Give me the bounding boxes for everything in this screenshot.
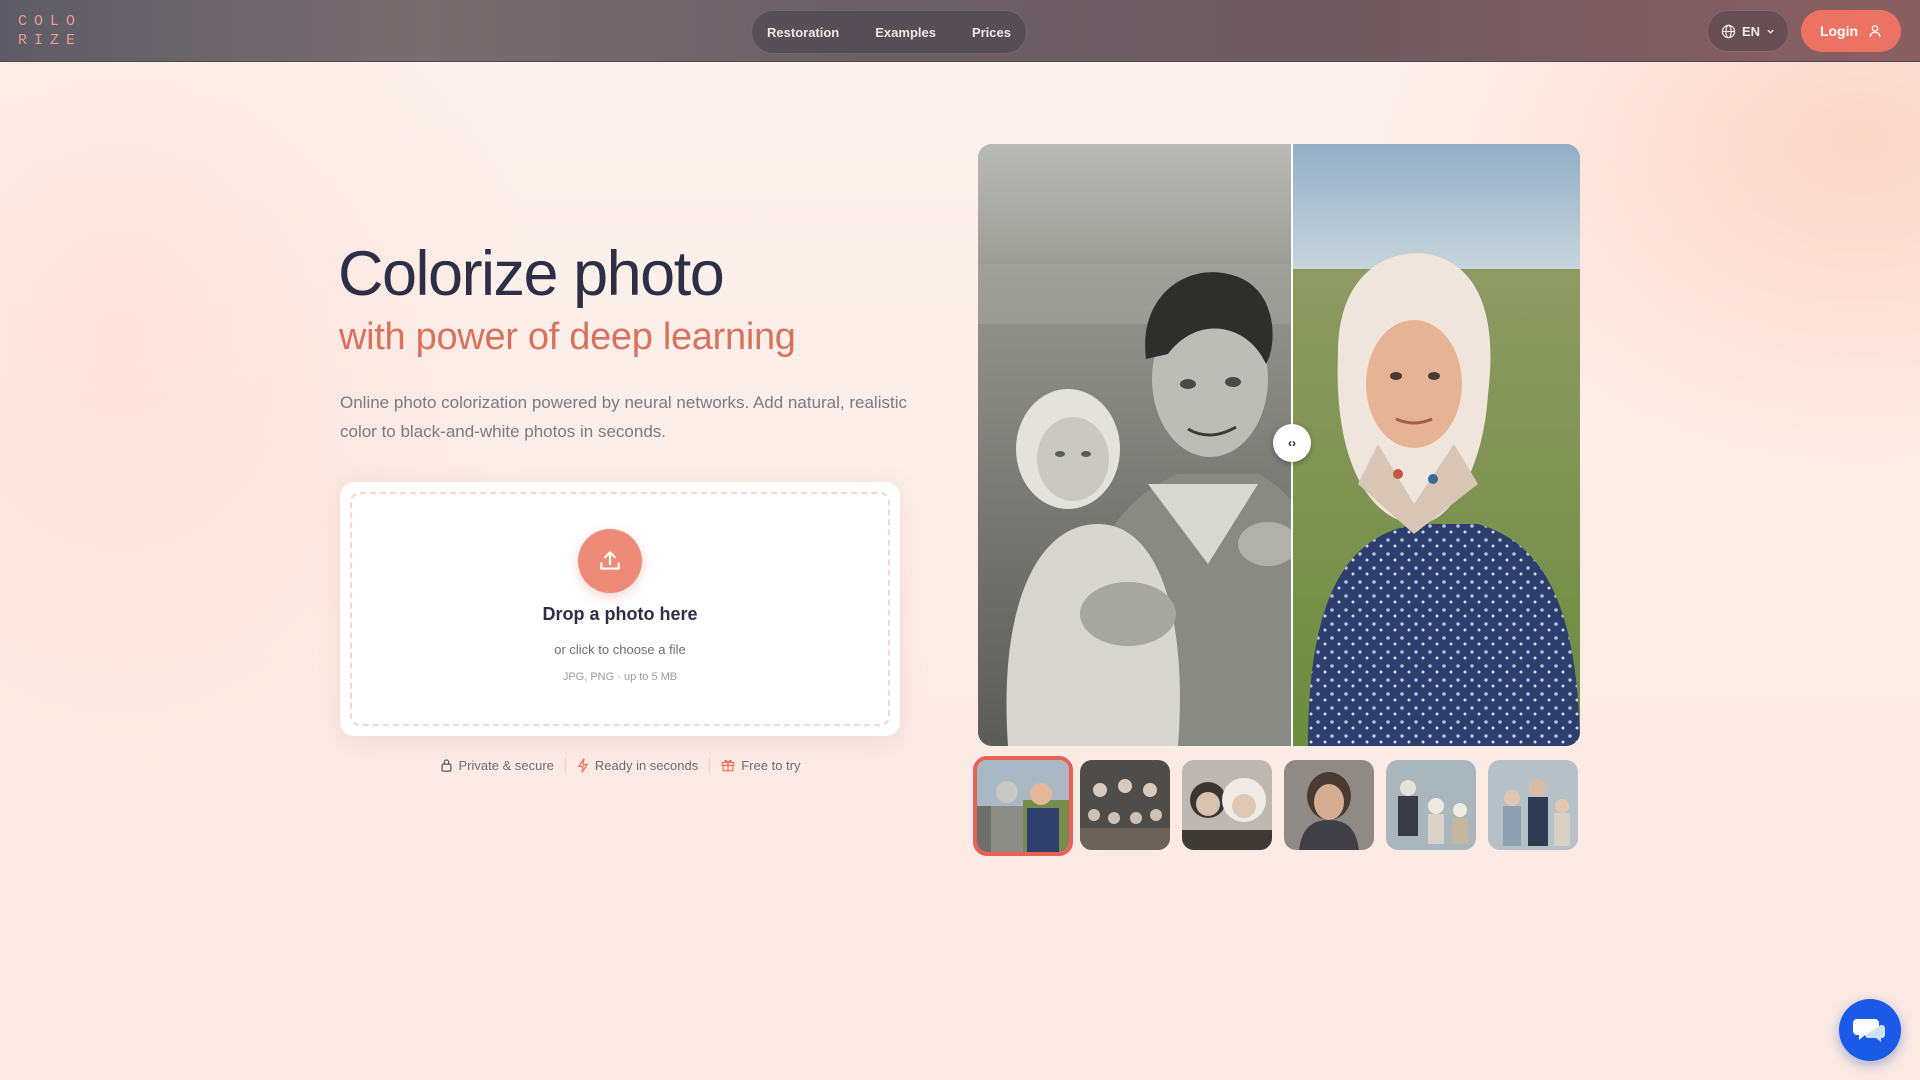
main-nav: Restoration Examples Prices	[751, 10, 1027, 54]
logo-line-2: RIZE	[18, 32, 83, 49]
chat-button[interactable]	[1839, 999, 1901, 1061]
example-thumbnails	[973, 755, 1583, 856]
compare-handle[interactable]: ‹›	[1273, 424, 1311, 462]
feature-list: Private & secure Ready in seconds Free t…	[340, 755, 900, 775]
thumbnail-6[interactable]	[1488, 760, 1578, 850]
user-icon	[1869, 25, 1881, 37]
feature-ready: Ready in seconds	[564, 757, 709, 773]
thumbnail-photo	[1488, 760, 1578, 850]
top-header: COLO RIZE Restoration Examples Prices EN…	[0, 0, 1920, 62]
thumbnail-photo	[977, 760, 1069, 852]
drop-title: Drop a photo here	[542, 604, 698, 624]
language-label: EN	[1741, 23, 1761, 39]
login-label: Login	[1819, 23, 1859, 39]
thumbnail-2[interactable]	[1080, 760, 1170, 850]
drop-subtitle: or click to choose a file	[554, 642, 686, 657]
upload-button[interactable]	[578, 529, 642, 593]
nav-restoration[interactable]: Restoration	[749, 25, 857, 40]
logo-line-1: COLO	[18, 13, 83, 30]
nav-prices[interactable]: Prices	[954, 25, 1029, 40]
page-title: Colorize photo	[338, 239, 725, 309]
gift-icon	[721, 759, 735, 772]
thumbnail-4[interactable]	[1284, 760, 1374, 850]
thumbnail-photo	[1080, 760, 1170, 850]
feature-private: Private & secure	[429, 758, 565, 773]
thumbnail-photo	[1386, 760, 1476, 850]
lock-icon	[441, 759, 452, 772]
feature-free-label: Free to try	[741, 757, 801, 773]
compare-arrows-icon: ‹›	[1288, 436, 1296, 450]
page-subtitle: with power of deep learning	[339, 316, 796, 358]
language-selector[interactable]: EN	[1707, 10, 1789, 52]
logo[interactable]: COLO RIZE	[18, 12, 78, 50]
thumbnail-1[interactable]	[973, 756, 1073, 856]
before-after-compare[interactable]: ‹›	[978, 144, 1580, 746]
thumbnail-photo	[1182, 760, 1272, 850]
thumbnail-3[interactable]	[1182, 760, 1272, 850]
hero-description: Online photo colorization powered by neu…	[340, 393, 907, 441]
feature-free: Free to try	[709, 757, 811, 773]
globe-icon	[1721, 24, 1736, 38]
nav-examples[interactable]: Examples	[857, 25, 954, 40]
feature-ready-label: Ready in seconds	[594, 757, 699, 773]
login-button[interactable]: Login	[1801, 10, 1901, 52]
chevron-down-icon	[1767, 29, 1774, 34]
lightning-icon	[578, 757, 588, 773]
feature-private-label: Private & secure	[458, 757, 554, 773]
thumbnail-photo	[1284, 760, 1374, 850]
chat-icon	[1853, 1019, 1885, 1042]
upload-icon	[600, 551, 620, 570]
file-format-hint: JPG, PNG · up to 5 MB	[562, 671, 678, 683]
thumbnail-5[interactable]	[1386, 760, 1476, 850]
